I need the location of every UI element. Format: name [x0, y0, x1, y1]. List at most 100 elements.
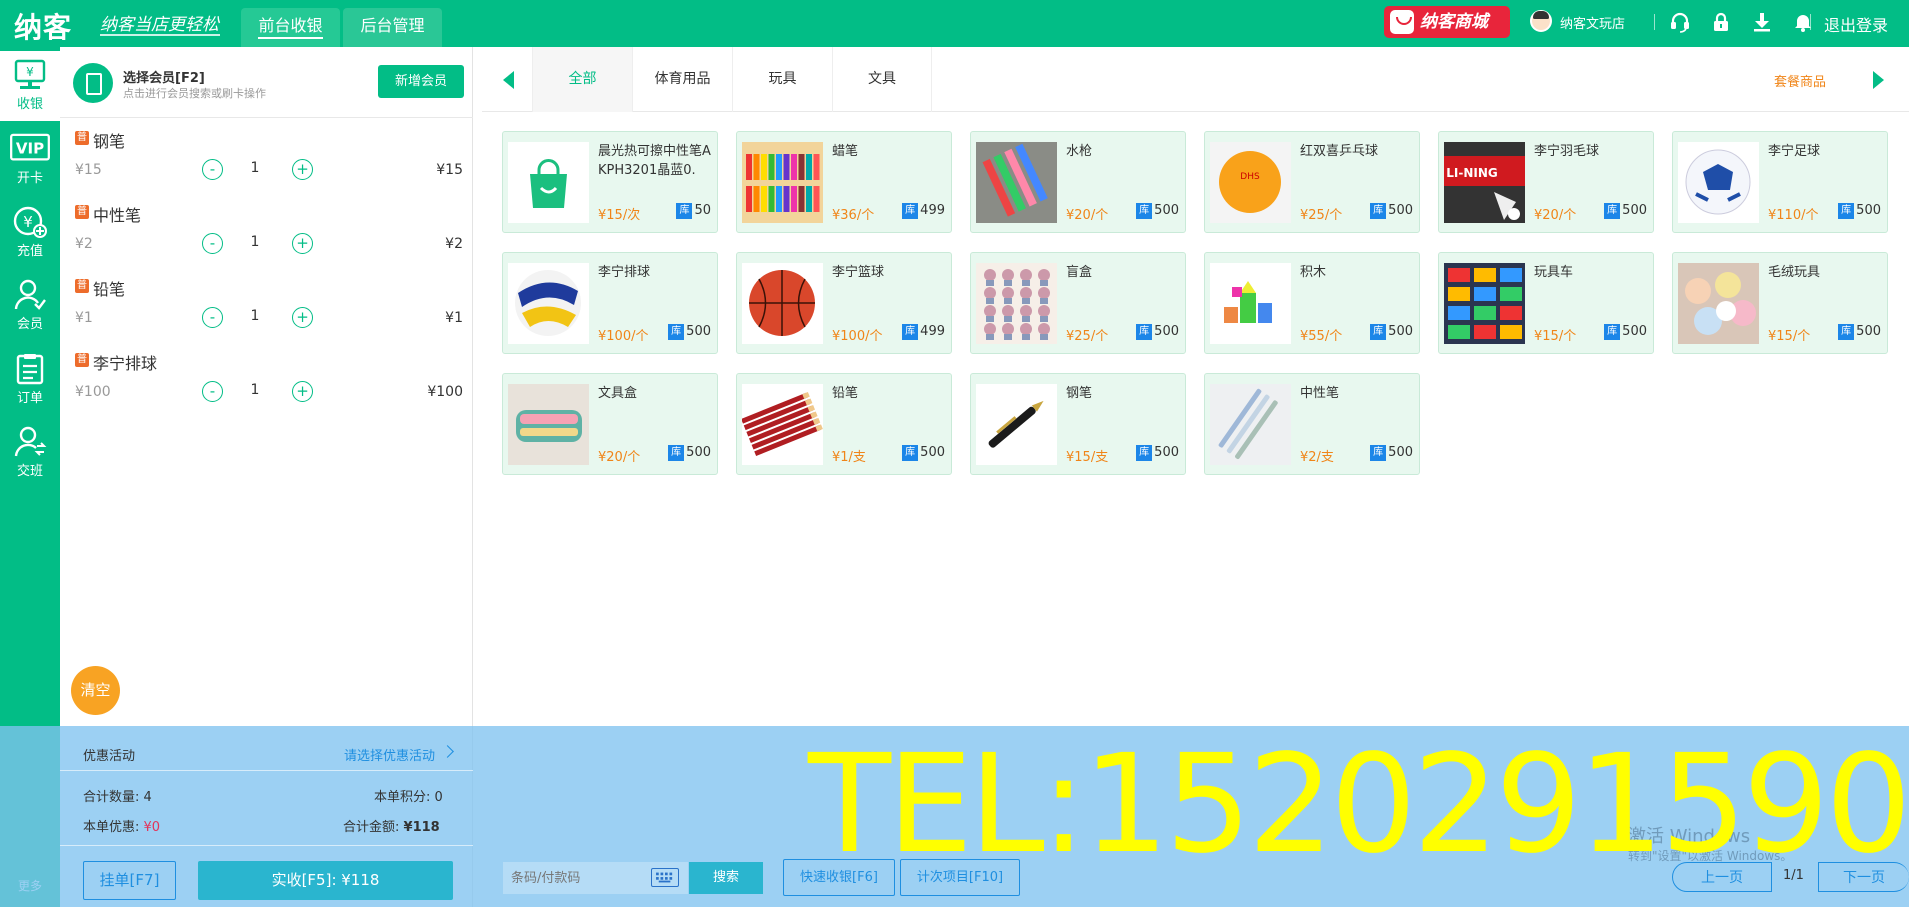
product-card[interactable]: 李宁篮球 ¥100/个 库 499: [736, 252, 952, 354]
prev-category-arrow-icon[interactable]: [503, 71, 514, 89]
product-name: 李宁排球: [598, 265, 651, 280]
product-price: ¥20/个: [1534, 208, 1577, 223]
cart-item-qty[interactable]: 1: [245, 160, 265, 176]
product-card[interactable]: DHS 红双喜乒乓球 ¥25/个 库 500: [1204, 131, 1420, 233]
product-image: [742, 142, 823, 223]
nav-shift[interactable]: 交班: [0, 418, 60, 488]
stock-badge: 库: [902, 445, 919, 461]
product-name: 中性笔: [1300, 386, 1340, 401]
increase-qty-button[interactable]: +: [292, 233, 313, 254]
decrease-qty-button[interactable]: -: [202, 381, 223, 402]
cart-item-name: 中性笔: [93, 206, 142, 225]
order-amount-value: ¥118: [403, 820, 440, 835]
product-price: ¥25/个: [1066, 329, 1109, 344]
product-stock: 库 500: [1370, 445, 1413, 461]
cart-item-name: 钢笔: [93, 132, 126, 151]
product-card[interactable]: 中性笔 ¥2/支 库 500: [1204, 373, 1420, 475]
cart-item[interactable]: 普 李宁排球 ¥100 - 1 + ¥100: [60, 341, 473, 415]
product-price: ¥36/个: [832, 208, 875, 223]
add-member-button[interactable]: 新增会员: [378, 65, 464, 98]
product-image: [508, 142, 589, 223]
select-promo-link[interactable]: 请选择优惠活动: [344, 745, 435, 764]
shop-mall-button[interactable]: 纳客商城: [1384, 6, 1510, 38]
product-card[interactable]: 李宁足球 ¥110/个 库 500: [1672, 131, 1888, 233]
product-price: ¥2/支: [1300, 450, 1334, 465]
stock-badge: 库: [1604, 324, 1621, 340]
category-tab-toys[interactable]: 玩具: [732, 47, 832, 112]
product-card[interactable]: 盲盒 ¥25/个 库 500: [970, 252, 1186, 354]
download-icon[interactable]: [1751, 11, 1773, 33]
nav-member[interactable]: 会员: [0, 271, 60, 341]
cart-item-qty[interactable]: 1: [245, 234, 265, 250]
product-card[interactable]: 铅笔 ¥1/支 库 500: [736, 373, 952, 475]
decrease-qty-button[interactable]: -: [202, 233, 223, 254]
product-name: 李宁足球: [1768, 144, 1821, 159]
lock-icon[interactable]: [1710, 11, 1732, 33]
product-price: ¥20/个: [1066, 208, 1109, 223]
product-card[interactable]: 晨光热可擦中性笔AKPH3201晶蓝0. ¥15/次 库 50: [502, 131, 718, 233]
cart-item[interactable]: 普 中性笔 ¥2 - 1 + ¥2: [60, 193, 473, 267]
total-count-value: 4: [143, 790, 152, 805]
product-price: ¥55/个: [1300, 329, 1343, 344]
decrease-qty-button[interactable]: -: [202, 159, 223, 180]
nav-open-card[interactable]: VIP 开卡: [0, 125, 60, 195]
keyboard-icon[interactable]: [651, 868, 679, 887]
product-card[interactable]: 钢笔 ¥15/支 库 500: [970, 373, 1186, 475]
product-stock: 库 500: [668, 324, 711, 340]
category-tab-sports[interactable]: 体育用品: [632, 47, 732, 112]
search-button[interactable]: 搜索: [689, 862, 763, 894]
product-card[interactable]: LI-NING 李宁羽毛球 ¥20/个 库 500: [1438, 131, 1654, 233]
increase-qty-button[interactable]: +: [292, 159, 313, 180]
nav-cashier[interactable]: ¥ 收银: [0, 51, 60, 121]
checkout-button[interactable]: 实收[F5]: ¥118: [198, 861, 453, 900]
increase-qty-button[interactable]: +: [292, 381, 313, 402]
tab-back-admin[interactable]: 后台管理: [343, 8, 442, 47]
product-stock: 库 500: [1370, 203, 1413, 219]
next-category-arrow-icon[interactable]: [1873, 71, 1884, 89]
product-card[interactable]: 玩具车 ¥15/个 库 500: [1438, 252, 1654, 354]
nav-order[interactable]: 订单: [0, 345, 60, 415]
member-price-badge: 普: [75, 353, 89, 367]
product-card[interactable]: 蜡笔 ¥36/个 库 499: [736, 131, 952, 233]
nav-open-card-label: 开卡: [16, 171, 43, 186]
cart-item[interactable]: 普 钢笔 ¥15 - 1 + ¥15: [60, 119, 473, 193]
cart-item-qty[interactable]: 1: [245, 382, 265, 398]
member-select-hint: 点击进行会员搜索或刷卡操作: [123, 87, 266, 100]
recharge-icon: ¥: [13, 206, 47, 238]
nav-recharge[interactable]: ¥ 充值: [0, 198, 60, 268]
stock-badge: 库: [1838, 324, 1855, 340]
cart-item[interactable]: 普 铅笔 ¥1 - 1 + ¥1: [60, 267, 473, 341]
product-name: 红双喜乒乓球: [1300, 144, 1379, 159]
product-price: ¥15/个: [1768, 329, 1811, 344]
member-select[interactable]: 选择会员[F2] 点击进行会员搜索或刷卡操作 新增会员: [60, 47, 473, 118]
order-discount-label: 本单优惠:: [83, 820, 140, 835]
member-card-icon: [73, 63, 113, 103]
clear-cart-button[interactable]: 清空: [71, 666, 120, 715]
product-card[interactable]: 积木 ¥55/个 库 500: [1204, 252, 1420, 354]
category-tab-all[interactable]: 全部: [532, 47, 632, 112]
user-name[interactable]: 纳客文玩店: [1560, 13, 1625, 32]
category-tab-stationery[interactable]: 文具: [832, 47, 932, 112]
order-discount-value: ¥0: [143, 820, 161, 835]
product-card[interactable]: 水枪 ¥20/个 库 500: [970, 131, 1186, 233]
tab-front-cashier[interactable]: 前台收银: [241, 8, 340, 47]
decrease-qty-button[interactable]: -: [202, 307, 223, 328]
product-name: 盲盒: [1066, 265, 1093, 280]
product-stock-value: 500: [686, 324, 711, 339]
category-nav: 全部 体育用品 玩具 文具 套餐商品: [482, 47, 1909, 112]
product-stock-value: 500: [1622, 203, 1647, 218]
logout-button[interactable]: 退出登录: [1824, 12, 1888, 36]
product-card[interactable]: 毛绒玩具 ¥15/个 库 500: [1672, 252, 1888, 354]
product-card[interactable]: 李宁排球 ¥100/个 库 500: [502, 252, 718, 354]
product-stock-value: 500: [1154, 203, 1179, 218]
increase-qty-button[interactable]: +: [292, 307, 313, 328]
product-name: 蜡笔: [832, 144, 859, 159]
combo-products-link[interactable]: 套餐商品: [1774, 71, 1826, 90]
product-card[interactable]: 文具盒 ¥20/个 库 500: [502, 373, 718, 475]
cart-item-qty[interactable]: 1: [245, 308, 265, 324]
nav-order-label: 订单: [16, 391, 43, 406]
hang-order-button[interactable]: 挂单[F7]: [83, 861, 176, 900]
headset-icon[interactable]: [1669, 11, 1691, 33]
product-price: ¥15/支: [1066, 450, 1109, 465]
user-avatar[interactable]: [1530, 10, 1552, 32]
